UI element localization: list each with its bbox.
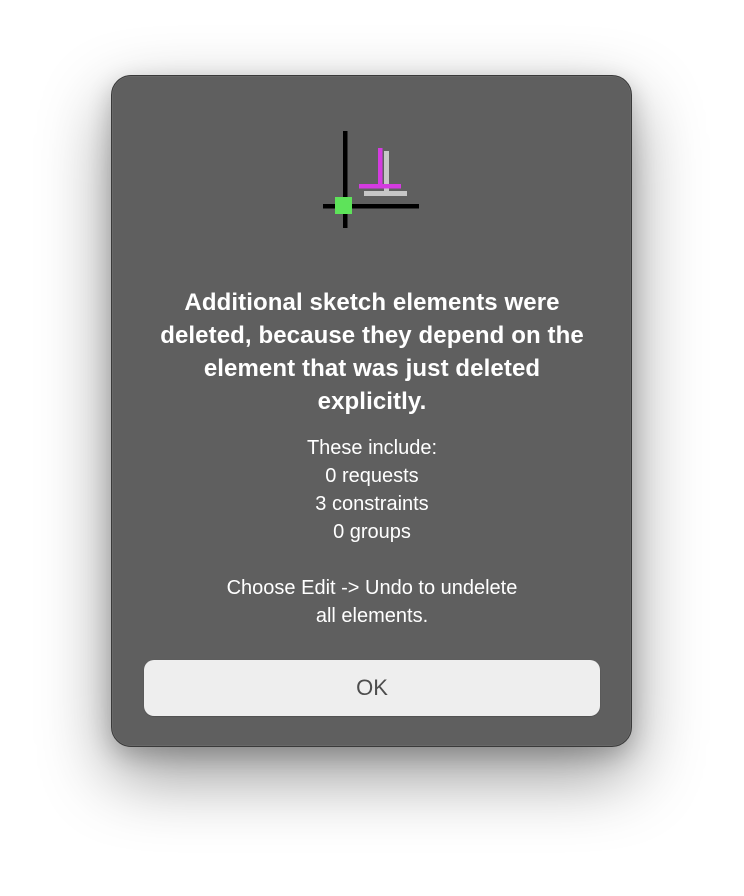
ok-button[interactable]: OK (144, 660, 600, 716)
details-intro: These include: (306, 437, 438, 459)
magenta-element (378, 148, 383, 186)
dialog-details: These include: 0 requests 3 constraints … (152, 434, 592, 630)
gray-base (364, 191, 407, 196)
origin-point (335, 197, 352, 214)
undo-hint-line2: all elements. (315, 605, 429, 627)
undo-hint-line1: Choose Edit -> Undo to undelete (226, 577, 518, 599)
alert-dialog: Additional sketch elements were deleted,… (111, 75, 632, 747)
groups-count: 0 groups (333, 521, 411, 543)
sketch-constraint-icon (323, 131, 419, 228)
magenta-base (359, 184, 401, 189)
gray-element (384, 151, 389, 196)
screen: Additional sketch elements were deleted,… (0, 0, 744, 896)
requests-count: 0 requests (325, 465, 419, 487)
constraints-count: 3 constraints (315, 493, 429, 515)
dialog-headline: Additional sketch elements were deleted,… (160, 289, 584, 415)
